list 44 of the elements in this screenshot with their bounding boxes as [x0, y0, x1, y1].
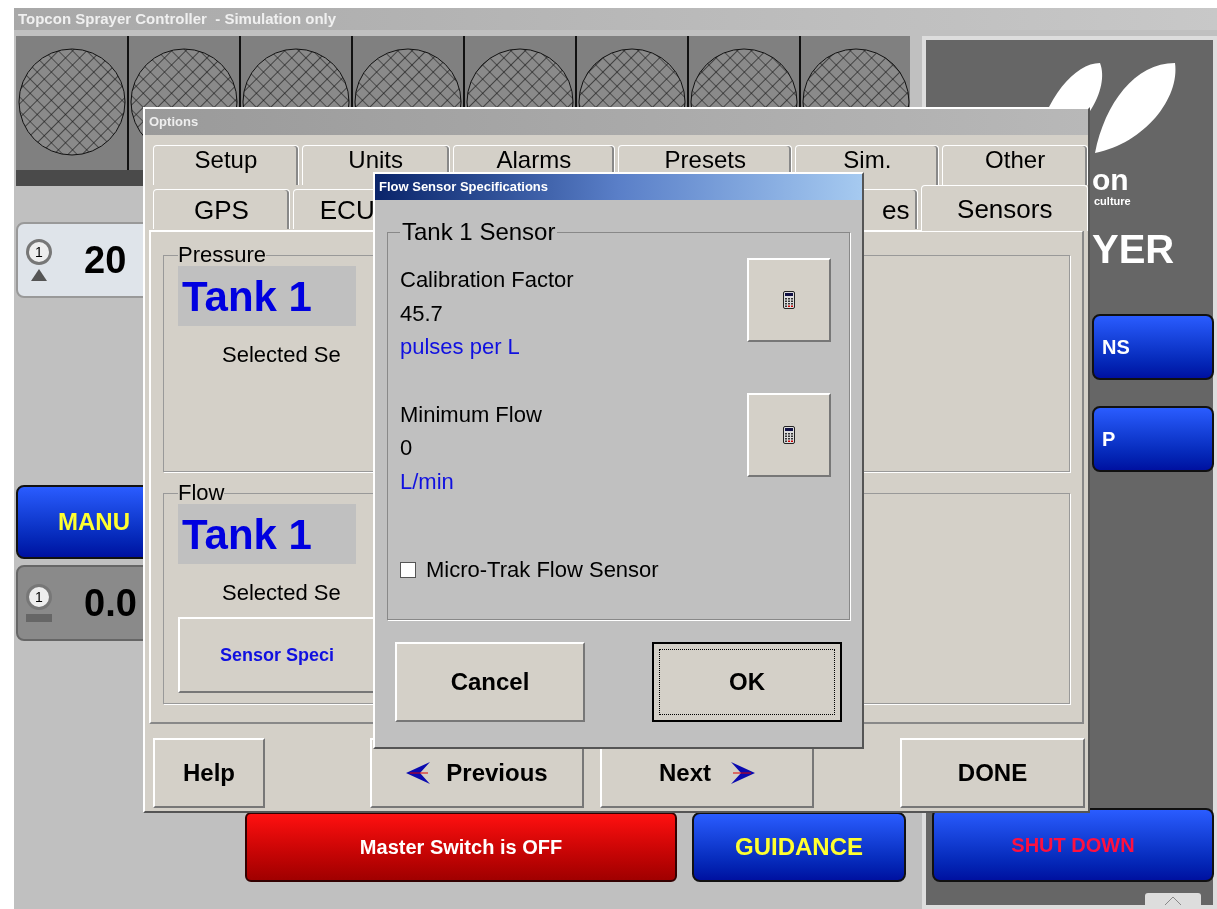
group-label: Pressure	[178, 244, 267, 266]
tab[interactable]: Other	[942, 145, 1088, 185]
gauge-number: 1	[26, 584, 52, 610]
window-title: Topcon Sprayer Controller - Simulation only	[18, 8, 337, 29]
group-label: Flow	[178, 482, 225, 504]
level-bar-icon	[26, 614, 52, 622]
logo-tagline: culture	[1094, 194, 1131, 209]
guidance-button[interactable]: GUIDANCE	[692, 812, 906, 882]
menu-button[interactable]: P	[1092, 406, 1214, 472]
selected-sensor-label: Selected Se	[222, 341, 341, 369]
checkbox-label: Micro-Trak Flow Sensor	[426, 556, 659, 584]
selected-sensor-label: Selected Se	[222, 579, 341, 607]
group-label: Tank 1 Sensor	[401, 220, 557, 244]
tab[interactable]: GPS	[153, 189, 290, 229]
field-label: Minimum Flow	[400, 400, 542, 428]
field-value: 45.7	[400, 299, 444, 327]
field-value: 0	[400, 434, 414, 462]
product-name: YER	[1092, 229, 1175, 269]
calculator-button[interactable]	[747, 258, 831, 342]
calculator-icon	[783, 291, 795, 309]
logo-text: on	[1092, 165, 1129, 195]
up-triangle-icon	[31, 269, 47, 281]
right-arrow-icon	[731, 762, 755, 784]
calculator-button[interactable]	[747, 392, 831, 477]
left-arrow-icon	[406, 762, 431, 784]
gauge-value: 0.0	[84, 584, 137, 622]
tab[interactable]: Sensors	[921, 185, 1088, 231]
tank-field: Tank 1	[178, 504, 356, 564]
gauge-value: 20	[84, 241, 127, 279]
checkbox[interactable]	[400, 561, 416, 578]
tank-field: Tank 1	[178, 266, 356, 326]
calculator-icon	[783, 425, 795, 444]
dialog-title: Options	[149, 113, 199, 132]
menu-button[interactable]: NS	[1092, 314, 1214, 380]
help-button[interactable]: Help	[153, 738, 265, 808]
unit-label: L/min	[400, 467, 455, 495]
field-label: Calibration Factor	[400, 266, 574, 294]
tab[interactable]: Setup	[153, 145, 299, 185]
dialog-button[interactable]: OK	[652, 642, 842, 722]
master-switch-button[interactable]: Master Switch is OFF	[245, 812, 677, 882]
unit-label: pulses per L	[400, 333, 521, 361]
done-button[interactable]: DONE	[900, 738, 1085, 808]
gauge-number: 1	[26, 239, 52, 265]
dialog-button[interactable]: Cancel	[395, 642, 585, 722]
